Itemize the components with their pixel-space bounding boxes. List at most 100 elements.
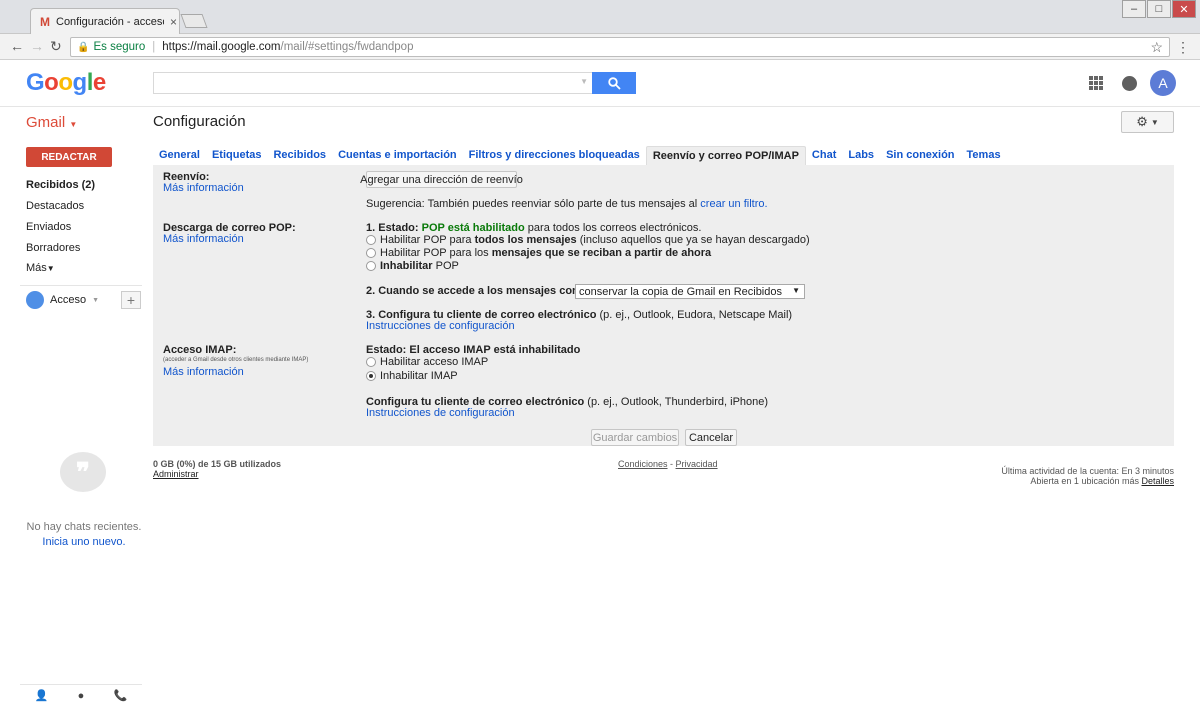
forward-icon[interactable]: →: [30, 38, 44, 54]
chevron-down-icon: ▼: [1150, 117, 1159, 127]
pop-status-prefix: 1. Estado:: [366, 222, 422, 234]
lock-icon: 🔒: [77, 41, 90, 53]
pop-access-select-value: conservar la copia de Gmail en Recibidos: [579, 285, 782, 298]
close-window-icon[interactable]: ✕: [1172, 0, 1196, 18]
hangouts-icon[interactable]: ●: [78, 690, 85, 702]
tab-accounts[interactable]: Cuentas e importación: [332, 146, 463, 165]
open-location-text: Abierta en 1 ubicación más: [1030, 476, 1139, 486]
details-link[interactable]: Detalles: [1141, 476, 1174, 486]
browser-tab-title: Configuración - accesos: [56, 15, 164, 28]
apps-grid-icon[interactable]: [1089, 76, 1103, 90]
imap-option-enable-label: Habilitar acceso IMAP: [380, 356, 489, 368]
pop-option-from-now-label: Habilitar POP para los mensajes que se r…: [380, 247, 711, 259]
save-changes-button[interactable]: Guardar cambios: [591, 429, 679, 446]
new-chat-plus-button[interactable]: +: [121, 291, 141, 309]
compose-button[interactable]: REDACTAR: [26, 147, 112, 167]
divider: [20, 285, 142, 286]
imap-option-disable[interactable]: Inhabilitar IMAP: [366, 370, 458, 382]
storage-usage: 0 GB (0%) de 15 GB utilizados Administra…: [153, 459, 281, 479]
nav-item-inbox[interactable]: Recibidos (2): [26, 179, 95, 191]
last-activity-text: Última actividad de la cuenta: En 3 minu…: [1001, 466, 1174, 476]
close-tab-icon[interactable]: ×: [170, 15, 177, 29]
url-bar[interactable]: 🔒 Es seguro | https://mail.google.com/ma…: [70, 37, 1170, 57]
search-icon: [607, 76, 621, 90]
settings-tabs: General Etiquetas Recibidos Cuentas e im…: [153, 146, 1007, 165]
pop-option-all[interactable]: Habilitar POP para todos los mensajes (i…: [366, 234, 810, 246]
pop-option-disable-b: POP: [432, 260, 459, 272]
tab-general[interactable]: General: [153, 146, 206, 165]
radio-button[interactable]: [366, 357, 376, 367]
imap-sub-label: (acceder a Gmail desde otros clientes me…: [163, 357, 309, 363]
bookmark-star-icon[interactable]: ☆: [1150, 39, 1163, 56]
radio-button-checked[interactable]: [366, 371, 376, 381]
pop-option-all-a: Habilitar POP para: [380, 234, 475, 246]
cancel-button[interactable]: Cancelar: [685, 429, 737, 446]
forwarding-more-info-link[interactable]: Más información: [163, 182, 244, 194]
pop-status-value: POP está habilitado: [421, 222, 525, 234]
imap-option-disable-label: Inhabilitar IMAP: [380, 370, 458, 382]
terms-link[interactable]: Condiciones: [618, 459, 668, 469]
imap-more-info-link[interactable]: Más información: [163, 366, 244, 378]
chevron-down-icon: ▼: [46, 264, 55, 273]
browser-tab[interactable]: M Configuración - accesos ×: [30, 8, 180, 34]
tab-offline[interactable]: Sin conexión: [880, 146, 960, 165]
pop-option-from-now[interactable]: Habilitar POP para los mensajes que se r…: [366, 247, 711, 259]
back-icon[interactable]: ←: [10, 38, 24, 54]
forwarding-tip: Sugerencia: También puedes reenviar sólo…: [366, 198, 768, 210]
hangouts-user-name: Acceso: [50, 294, 87, 306]
start-new-chat-link[interactable]: Inicia uno nuevo.: [20, 536, 148, 548]
chevron-down-icon: ▼: [69, 120, 78, 129]
tab-labs[interactable]: Labs: [842, 146, 880, 165]
phone-icon[interactable]: 📞: [114, 689, 128, 702]
footer-link-separator: -: [667, 459, 676, 469]
notifications-icon[interactable]: [1122, 76, 1137, 91]
no-chats-text: No hay chats recientes.: [26, 521, 142, 533]
tab-inbox[interactable]: Recibidos: [267, 146, 332, 165]
gmail-favicon-icon: M: [40, 14, 50, 29]
browser-menu-icon[interactable]: ⋮: [1176, 39, 1190, 56]
pop-option-from-now-b: mensajes que se reciban a partir de ahor…: [491, 247, 712, 259]
avatar[interactable]: A: [1150, 70, 1176, 96]
imap-option-enable[interactable]: Habilitar acceso IMAP: [366, 356, 488, 368]
privacy-link[interactable]: Privacidad: [676, 459, 718, 469]
url-host: https://mail.google.com: [162, 41, 281, 53]
imap-status: Estado: El acceso IMAP está inhabilitado: [366, 344, 580, 356]
radio-button[interactable]: [366, 261, 376, 271]
hangouts-user[interactable]: Acceso ▼: [26, 291, 99, 309]
pop-more-info-link[interactable]: Más información: [163, 233, 244, 245]
radio-button[interactable]: [366, 248, 376, 258]
nav-more-label: Más: [26, 262, 47, 274]
search-input[interactable]: ▼: [153, 72, 593, 94]
google-logo[interactable]: Google: [26, 69, 106, 97]
maximize-icon[interactable]: □: [1147, 0, 1171, 18]
pop-setup-instructions-link[interactable]: Instrucciones de configuración: [366, 320, 515, 332]
gmail-app-switcher[interactable]: Gmail ▼: [26, 114, 77, 131]
search-options-icon[interactable]: ▼: [580, 77, 588, 86]
google-header: Google ▼ A: [0, 61, 1200, 107]
pop-option-disable[interactable]: Inhabilitar POP: [366, 260, 459, 272]
tab-themes[interactable]: Temas: [961, 146, 1007, 165]
nav-item-starred[interactable]: Destacados: [26, 200, 84, 212]
add-forwarding-address-button[interactable]: Agregar una dirección de reenvío: [360, 171, 523, 188]
tab-chat[interactable]: Chat: [806, 146, 842, 165]
create-filter-link[interactable]: crear un filtro.: [700, 198, 767, 210]
pop-option-all-b: todos los mensajes: [474, 234, 577, 246]
footer-links: Condiciones - Privacidad: [618, 459, 718, 469]
minimize-icon[interactable]: –: [1122, 0, 1146, 18]
settings-button[interactable]: ⚙ ▼: [1121, 111, 1174, 133]
nav-item-sent[interactable]: Enviados: [26, 221, 71, 233]
tab-labels[interactable]: Etiquetas: [206, 146, 268, 165]
tab-filters[interactable]: Filtros y direcciones bloqueadas: [463, 146, 646, 165]
page-title: Configuración: [153, 113, 246, 130]
manage-storage-link[interactable]: Administrar: [153, 469, 281, 479]
new-tab-button[interactable]: [180, 14, 208, 28]
contacts-icon[interactable]: 👤: [35, 689, 49, 702]
radio-button[interactable]: [366, 235, 376, 245]
nav-item-more[interactable]: Más▼: [26, 262, 55, 274]
imap-setup-instructions-link[interactable]: Instrucciones de configuración: [366, 407, 515, 419]
tab-forwarding-pop-imap[interactable]: Reenvío y correo POP/IMAP: [645, 146, 806, 165]
reload-icon[interactable]: ↻: [50, 38, 62, 55]
search-button[interactable]: [592, 72, 636, 94]
pop-access-select[interactable]: conservar la copia de Gmail en Recibidos…: [575, 284, 805, 299]
nav-item-drafts[interactable]: Borradores: [26, 242, 80, 254]
